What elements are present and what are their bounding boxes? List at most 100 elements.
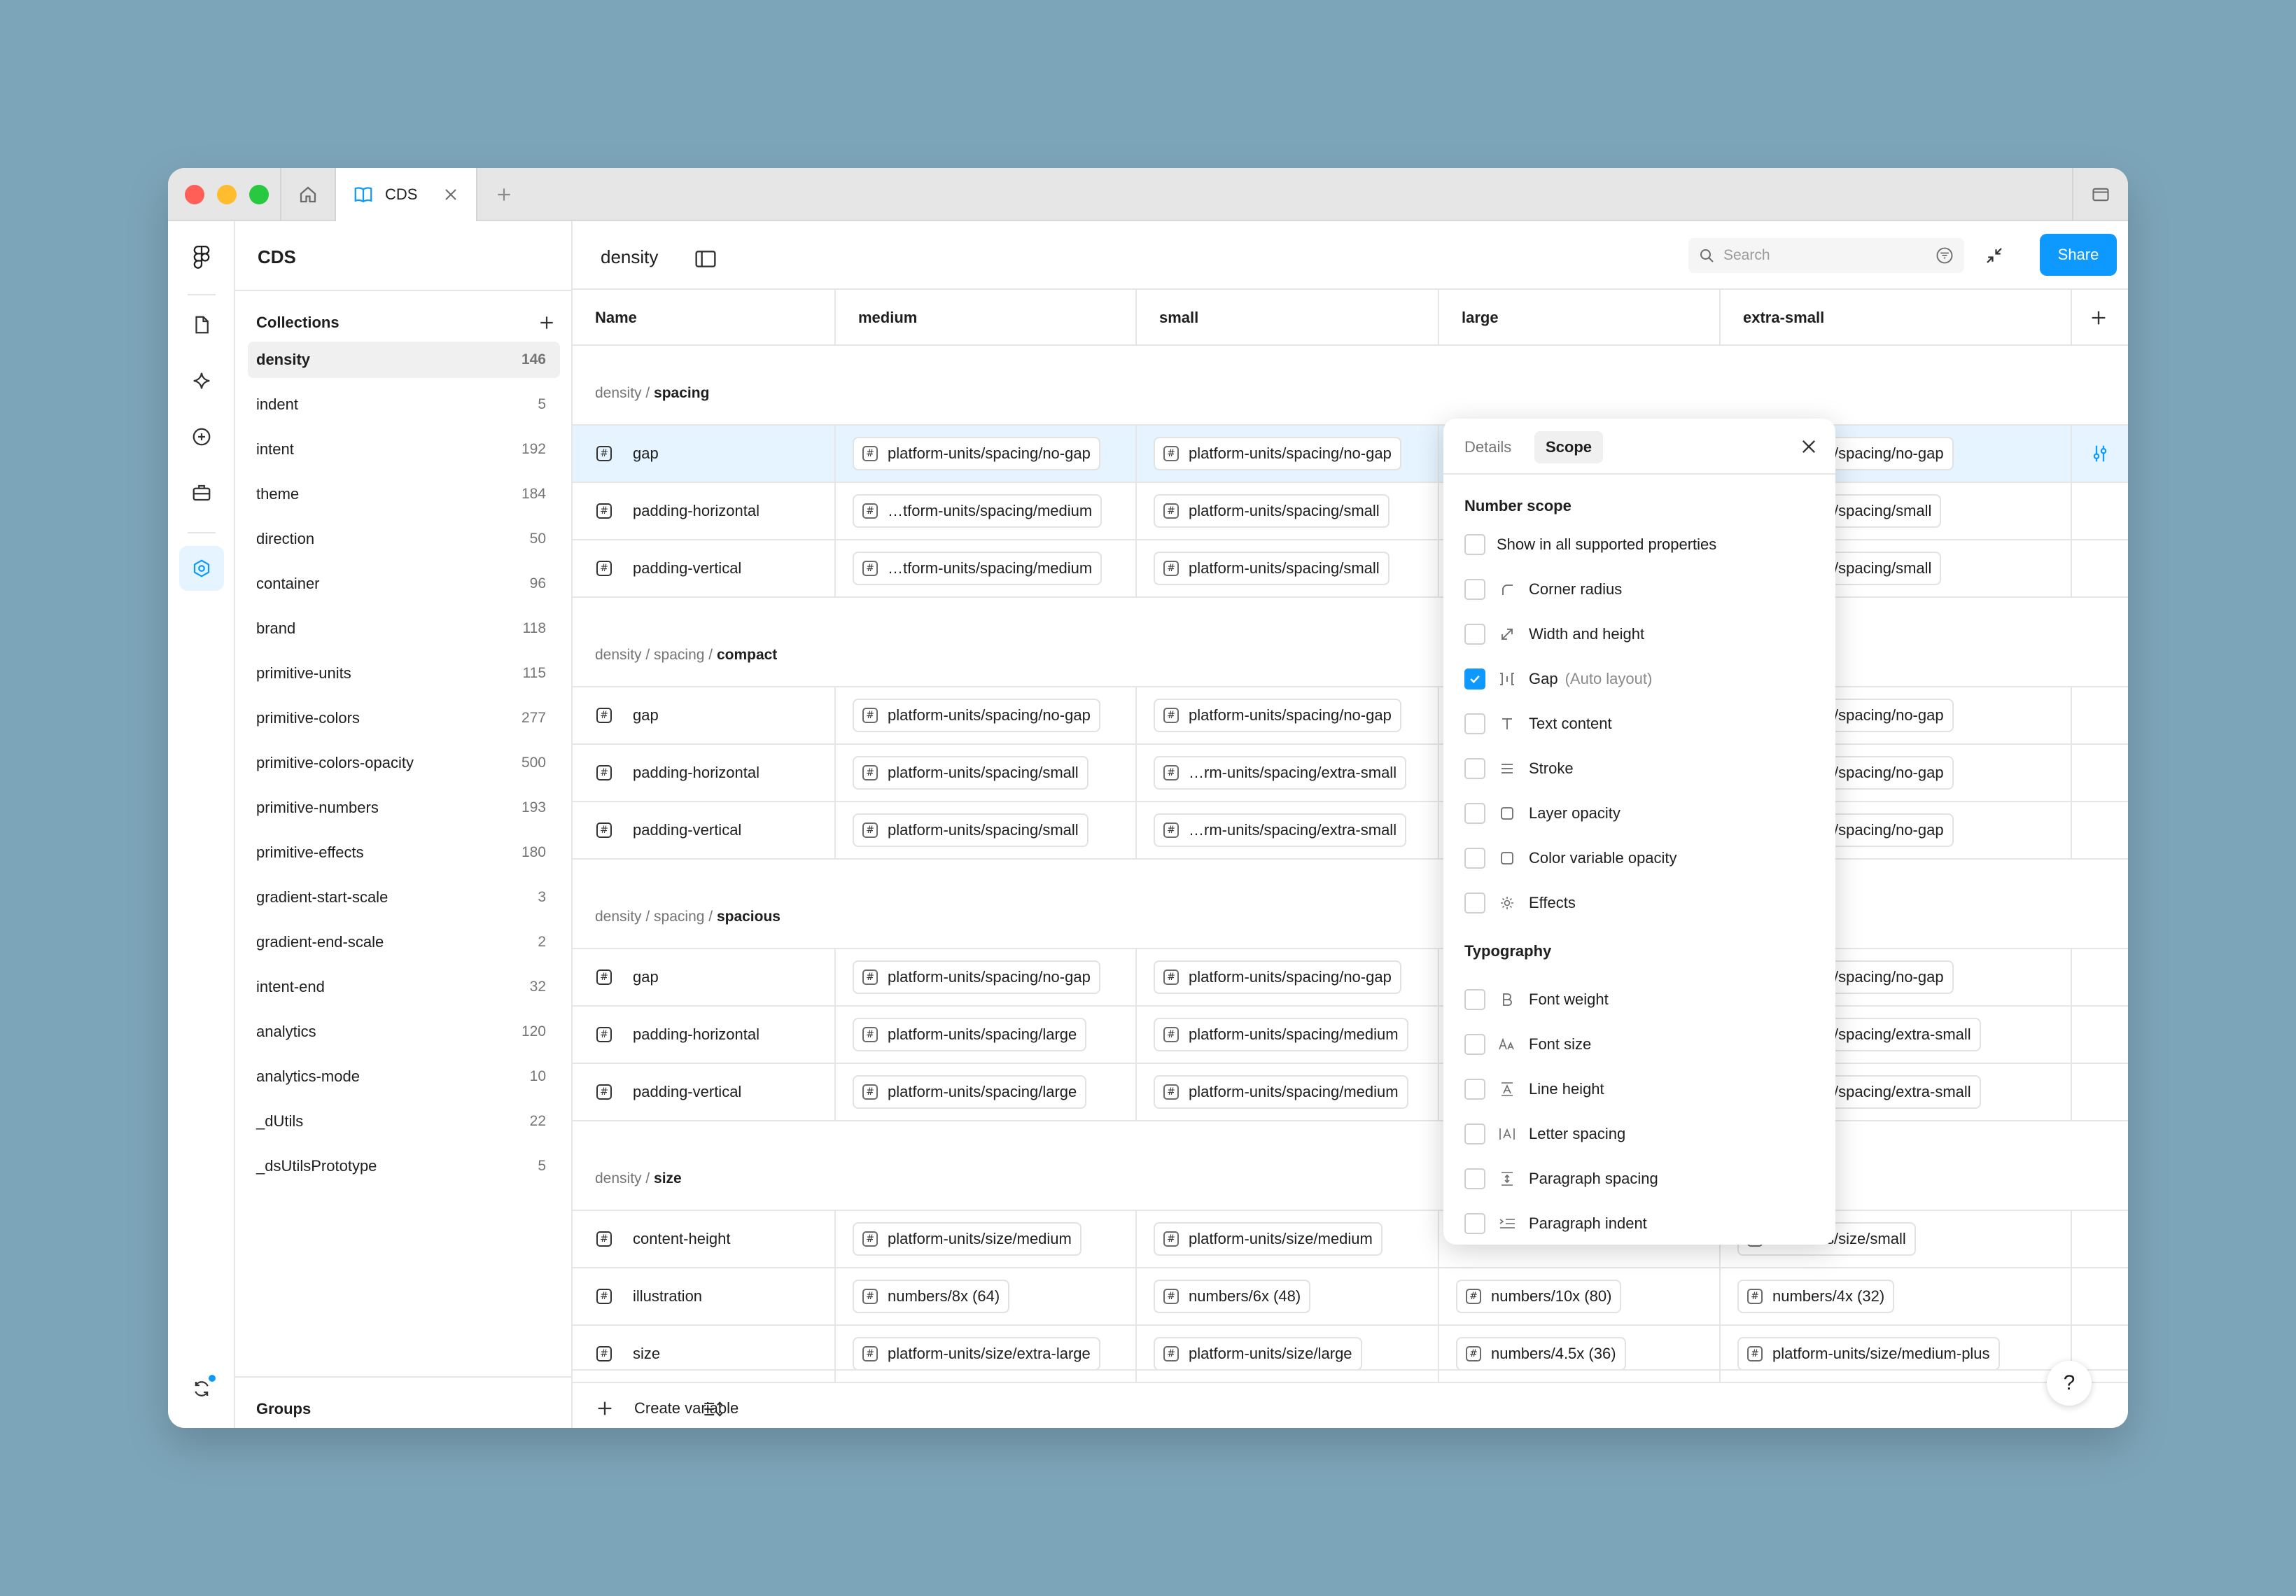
alias-pill[interactable]: # numbers/8x (64) <box>853 1280 1010 1313</box>
value-cell[interactable]: # numbers/6x (48) <box>1137 1268 1439 1324</box>
table-row[interactable]: # illustration # numbers/8x (64) # numbers/6x… <box>573 1268 2128 1326</box>
variable-name-cell[interactable]: # gap <box>573 687 836 743</box>
table-row[interactable]: # gap # platform-units/spacing/no-gap # platf… <box>573 687 2128 745</box>
add-collection-icon[interactable] <box>538 314 556 332</box>
share-button[interactable]: Share <box>2040 234 2117 276</box>
alias-pill[interactable]: # …rm-units/spacing/extra-small <box>1154 813 1407 847</box>
scope-option-font-size[interactable]: Font size <box>1464 1030 1591 1058</box>
scope-option-stroke[interactable]: Stroke <box>1464 755 1574 783</box>
home-tab[interactable] <box>280 168 336 221</box>
collapse-icon[interactable] <box>1984 245 2005 266</box>
collection-item-dutils[interactable]: _dUtils 22 <box>248 1103 560 1140</box>
column-header-large[interactable]: large <box>1439 290 1721 346</box>
variable-name-cell[interactable]: # gap <box>573 426 836 482</box>
table-row[interactable]: # content-height # platform-units/size/medi… <box>573 1211 2128 1268</box>
collection-item-gradient-start-scale[interactable]: gradient-start-scale 3 <box>248 879 560 916</box>
alias-pill[interactable]: # platform-units/spacing/medium <box>1154 1075 1408 1109</box>
table-row[interactable]: # padding-horizontal # platform-units/spaci… <box>573 745 2128 802</box>
value-cell[interactable]: # platform-units/spacing/medium <box>1137 1064 1439 1120</box>
collection-item-brand[interactable]: brand 118 <box>248 610 560 647</box>
collection-item-density[interactable]: density 146 <box>248 342 560 378</box>
value-cell[interactable]: # platform-units/spacing/small <box>1137 540 1439 596</box>
alias-pill[interactable]: # platform-units/size/large <box>1154 1337 1362 1371</box>
table-row[interactable]: # padding-vertical # platform-units/spacing… <box>573 802 2128 860</box>
column-header-name[interactable]: Name <box>573 290 836 346</box>
collection-item-container[interactable]: container 96 <box>248 566 560 602</box>
file-button[interactable] <box>179 302 224 347</box>
variable-name-cell[interactable]: # padding-horizontal <box>573 745 836 801</box>
value-cell[interactable]: # platform-units/spacing/small <box>836 745 1137 801</box>
help-button[interactable]: ? <box>2047 1361 2092 1406</box>
column-header-small[interactable]: small <box>1137 290 1439 346</box>
scope-option-effects[interactable]: Effects <box>1464 889 1576 917</box>
alias-pill[interactable]: # platform-units/size/medium <box>853 1222 1082 1256</box>
table-row[interactable]: # gap # platform-units/spacing/no-gap # platf… <box>573 426 2128 483</box>
alias-pill[interactable]: # …rm-units/spacing/extra-small <box>1154 756 1407 790</box>
alias-pill[interactable]: # platform-units/size/medium <box>1154 1222 1382 1256</box>
value-cell[interactable]: # platform-units/spacing/no-gap <box>1137 426 1439 482</box>
search-input[interactable]: Search <box>1688 238 1964 273</box>
add-mode-button[interactable] <box>2072 290 2128 346</box>
value-cell[interactable]: # numbers/8x (64) <box>836 1268 1137 1324</box>
collection-item-intent-end[interactable]: intent-end 32 <box>248 969 560 1005</box>
table-row[interactable]: # padding-horizontal # platform-units/spaci… <box>573 1007 2128 1064</box>
alias-pill[interactable]: # platform-units/spacing/small <box>853 813 1088 847</box>
alias-pill[interactable]: # platform-units/size/medium-plus <box>1737 1337 2000 1371</box>
window-menu-button[interactable] <box>2072 168 2128 221</box>
close-window-button[interactable] <box>185 185 204 204</box>
figma-logo-button[interactable] <box>179 235 224 280</box>
scope-option-corner-radius[interactable]: Corner radius <box>1464 575 1622 603</box>
value-cell[interactable]: # platform-units/spacing/medium <box>1137 1007 1439 1063</box>
checkbox[interactable] <box>1464 1213 1485 1234</box>
alias-pill[interactable]: # platform-units/spacing/no-gap <box>853 437 1100 470</box>
variable-name-cell[interactable]: # padding-vertical <box>573 802 836 858</box>
collection-item-primitive-effects[interactable]: primitive-effects 180 <box>248 834 560 871</box>
checkbox[interactable] <box>1464 534 1485 555</box>
checkbox[interactable] <box>1464 579 1485 600</box>
collection-item-primitive-numbers[interactable]: primitive-numbers 193 <box>248 790 560 826</box>
alias-pill[interactable]: # platform-units/spacing/no-gap <box>1154 437 1401 470</box>
value-cell[interactable]: # numbers/4x (32) <box>1721 1268 2072 1324</box>
value-cell[interactable]: # …tform-units/spacing/medium <box>836 540 1137 596</box>
close-tab-icon[interactable] <box>442 186 459 203</box>
scope-option-paragraph-indent[interactable]: Paragraph indent <box>1464 1210 1647 1238</box>
variable-name-cell[interactable]: # illustration <box>573 1268 836 1324</box>
close-icon[interactable] <box>1799 437 1819 456</box>
scope-option-color-variable-opacity[interactable]: Color variable opacity <box>1464 844 1677 872</box>
collection-item-analytics[interactable]: analytics 120 <box>248 1014 560 1050</box>
alias-pill[interactable]: # numbers/6x (48) <box>1154 1280 1311 1313</box>
alias-pill[interactable]: # platform-units/spacing/no-gap <box>1154 960 1401 994</box>
value-cell[interactable]: # platform-units/spacing/no-gap <box>836 949 1137 1005</box>
alias-pill[interactable]: # platform-units/spacing/small <box>1154 552 1390 585</box>
sync-button[interactable] <box>179 1366 224 1411</box>
checkbox[interactable] <box>1464 1034 1485 1055</box>
variable-name-cell[interactable]: # size <box>573 1326 836 1382</box>
value-cell[interactable]: # platform-units/spacing/no-gap <box>1137 949 1439 1005</box>
create-variable-button[interactable]: Create variable <box>595 1399 738 1418</box>
scope-option-letter-spacing[interactable]: Letter spacing <box>1464 1120 1625 1148</box>
collection-item-analytics-mode[interactable]: analytics-mode 10 <box>248 1058 560 1095</box>
value-cell[interactable]: # platform-units/spacing/small <box>1137 483 1439 539</box>
alias-pill[interactable]: # …tform-units/spacing/medium <box>853 494 1102 528</box>
alias-pill[interactable]: # platform-units/spacing/no-gap <box>853 699 1100 732</box>
collection-item-dsutilsprototype[interactable]: _dsUtilsPrototype 5 <box>248 1148 560 1184</box>
value-cell[interactable]: # …rm-units/spacing/extra-small <box>1137 745 1439 801</box>
value-cell[interactable]: # platform-units/spacing/no-gap <box>836 426 1137 482</box>
variable-name-cell[interactable]: # padding-horizontal <box>573 1007 836 1063</box>
alias-pill[interactable]: # numbers/4.5x (36) <box>1456 1337 1626 1371</box>
checkbox[interactable] <box>1464 1124 1485 1144</box>
scope-option-paragraph-spacing[interactable]: Paragraph spacing <box>1464 1165 1658 1193</box>
alias-pill[interactable]: # platform-units/spacing/medium <box>1154 1018 1408 1051</box>
collection-item-indent[interactable]: indent 5 <box>248 386 560 423</box>
value-cell[interactable]: # numbers/10x (80) <box>1439 1268 1721 1324</box>
collection-item-intent[interactable]: intent 192 <box>248 431 560 468</box>
value-cell[interactable]: # platform-units/spacing/no-gap <box>1137 687 1439 743</box>
collection-item-primitive-units[interactable]: primitive-units 115 <box>248 655 560 692</box>
scope-option-text-content[interactable]: Text content <box>1464 710 1612 738</box>
scope-option-width-and-height[interactable]: Width and height <box>1464 620 1644 648</box>
variable-name-cell[interactable]: # gap <box>573 949 836 1005</box>
collection-item-gradient-end-scale[interactable]: gradient-end-scale 2 <box>248 924 560 960</box>
value-cell[interactable]: # platform-units/spacing/no-gap <box>836 687 1137 743</box>
collection-item-primitive-colors[interactable]: primitive-colors 277 <box>248 700 560 736</box>
scope-option-line-height[interactable]: Line height <box>1464 1075 1604 1103</box>
